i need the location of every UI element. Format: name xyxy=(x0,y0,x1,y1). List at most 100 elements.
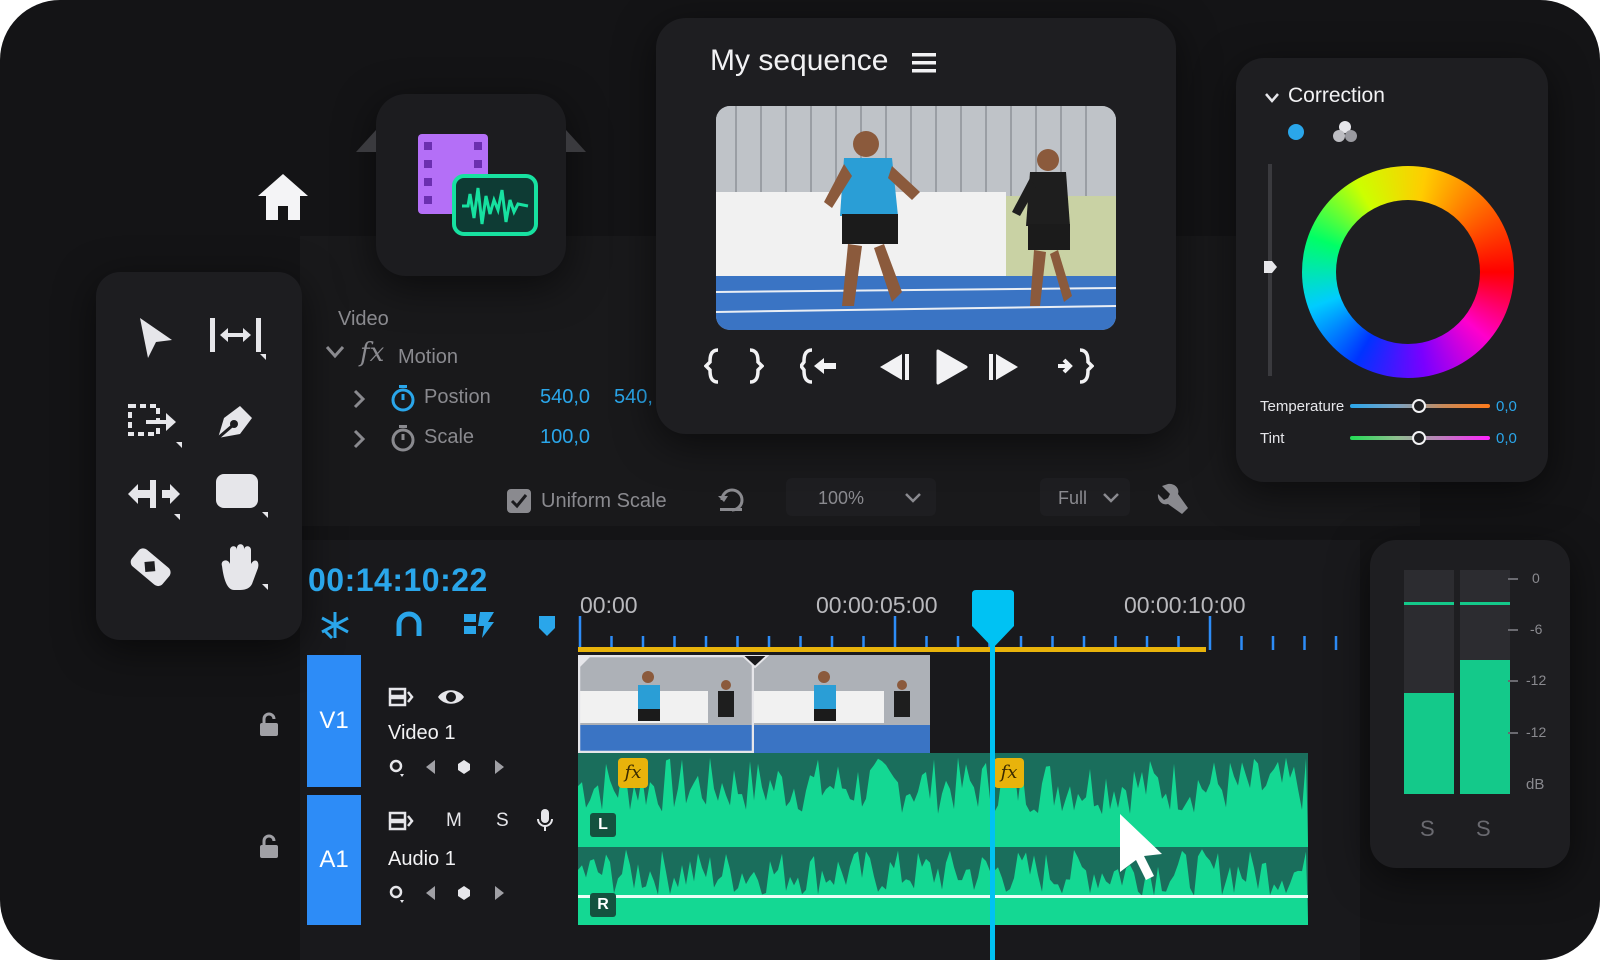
audio-clip[interactable]: L R xyxy=(578,753,1308,925)
meter-scale-tick xyxy=(1508,578,1518,580)
position-y-value[interactable]: 540, xyxy=(614,386,653,409)
chevron-down-icon xyxy=(905,493,921,503)
play-icon[interactable] xyxy=(934,348,970,386)
card-tab-right xyxy=(566,130,586,152)
ruler-label: 00:00 xyxy=(580,592,638,618)
ripple-edit-tool-icon[interactable] xyxy=(206,314,268,364)
three-wheels-icon[interactable] xyxy=(1332,120,1358,144)
chevron-down-icon[interactable] xyxy=(324,344,346,360)
lock-icon[interactable] xyxy=(258,834,280,860)
meter-scale-label: 0 xyxy=(1532,570,1540,586)
next-keyframe-icon[interactable] xyxy=(492,758,506,776)
work-area-bar[interactable] xyxy=(578,647,1206,652)
toggle-sync-icon[interactable] xyxy=(388,686,414,708)
video-clip[interactable] xyxy=(578,655,936,753)
video-frame xyxy=(716,106,1116,330)
temperature-value: 0,0 xyxy=(1496,398,1517,415)
checkbox-checked-icon[interactable] xyxy=(506,488,532,514)
tint-label: Tint xyxy=(1260,430,1285,447)
pen-tool-icon[interactable] xyxy=(210,396,260,446)
meter-solo-left[interactable]: S xyxy=(1420,816,1435,842)
volume-line[interactable] xyxy=(578,895,1308,898)
video-track-name: Video 1 xyxy=(388,722,456,744)
mark-out-icon[interactable] xyxy=(744,348,764,384)
clip-thumbnail xyxy=(578,655,754,753)
chevron-right-icon[interactable] xyxy=(352,388,366,410)
step-back-icon[interactable] xyxy=(878,352,912,382)
stopwatch-icon[interactable] xyxy=(390,424,416,452)
keyframe-icon[interactable] xyxy=(456,884,472,902)
correction-title: Correction xyxy=(1288,84,1385,107)
playhead-line[interactable] xyxy=(990,628,995,960)
go-to-in-icon[interactable] xyxy=(800,348,840,384)
next-keyframe-icon[interactable] xyxy=(492,884,506,902)
prev-keyframe-icon[interactable] xyxy=(424,758,438,776)
go-to-out-icon[interactable] xyxy=(1054,348,1094,384)
film-audio-icon[interactable] xyxy=(414,130,544,240)
toggle-sync-icon[interactable] xyxy=(388,810,414,832)
meter-left-level xyxy=(1404,693,1454,794)
selection-tool-icon[interactable] xyxy=(134,314,178,362)
meter-scale-label: dB xyxy=(1526,776,1545,793)
microphone-icon[interactable] xyxy=(536,808,554,832)
hand-tool-icon[interactable] xyxy=(212,540,272,596)
quality-value: Full xyxy=(1058,488,1088,508)
mouse-cursor-icon xyxy=(1120,814,1162,880)
zoom-value: 100% xyxy=(818,488,865,508)
scale-value[interactable]: 100,0 xyxy=(540,426,590,449)
eye-icon[interactable] xyxy=(436,686,466,708)
timecode[interactable]: 00:14:10:22 xyxy=(308,562,488,599)
track-target-a1[interactable]: A1 xyxy=(307,795,361,925)
mark-in-icon[interactable] xyxy=(704,348,724,384)
fx-badge[interactable]: fx xyxy=(618,758,648,788)
tint-handle[interactable] xyxy=(1412,431,1426,445)
audio-channel-divider xyxy=(578,847,1308,849)
lock-icon[interactable] xyxy=(258,712,280,738)
luminance-slider-handle[interactable] xyxy=(1262,260,1278,274)
meter-scale-label: -12 xyxy=(1526,672,1547,688)
linked-selection-icon[interactable] xyxy=(462,610,496,640)
meter-scale-tick xyxy=(1508,732,1518,734)
sequence-title: My sequence xyxy=(710,44,889,77)
color-wheel[interactable] xyxy=(1302,166,1514,378)
keyframe-add-icon[interactable] xyxy=(388,884,408,904)
rectangle-tool-icon[interactable] xyxy=(212,470,272,524)
position-x-value[interactable]: 540,0 xyxy=(540,386,590,409)
reset-icon[interactable] xyxy=(716,484,746,514)
tools-panel xyxy=(96,272,302,640)
stopwatch-icon[interactable] xyxy=(390,384,416,412)
add-marker-icon[interactable] xyxy=(536,614,558,638)
meter-solo-right[interactable]: S xyxy=(1476,816,1491,842)
keyframe-icon[interactable] xyxy=(456,758,472,776)
editor-app: Video fx Motion Postion 540,0 540, Scale… xyxy=(0,0,1600,960)
chevron-right-icon[interactable] xyxy=(352,428,366,450)
razor-tool-icon[interactable] xyxy=(122,540,178,596)
snap-icon[interactable] xyxy=(318,610,352,640)
zoom-dropdown[interactable]: 100% xyxy=(786,478,936,516)
quality-dropdown[interactable]: Full xyxy=(1040,478,1130,516)
scale-label: Scale xyxy=(424,426,475,448)
prev-keyframe-icon[interactable] xyxy=(424,884,438,902)
step-forward-icon[interactable] xyxy=(986,352,1020,382)
temperature-label: Temperature xyxy=(1260,398,1345,415)
keyframe-add-icon[interactable] xyxy=(388,758,408,778)
meter-right-level xyxy=(1460,659,1510,794)
chevron-down-icon[interactable] xyxy=(1264,92,1280,104)
track-select-tool-icon[interactable] xyxy=(126,400,188,452)
hamburger-icon[interactable] xyxy=(912,52,936,74)
single-wheel-icon[interactable] xyxy=(1286,122,1306,142)
ruler-label: 00:00:10:00 xyxy=(1124,592,1246,618)
wrench-icon[interactable] xyxy=(1156,482,1190,516)
home-icon[interactable] xyxy=(256,170,310,224)
slip-tool-icon[interactable] xyxy=(124,472,188,524)
temperature-handle[interactable] xyxy=(1412,399,1426,413)
meter-right-peak xyxy=(1460,602,1510,605)
magnet-icon[interactable] xyxy=(394,610,424,640)
solo-button[interactable]: S xyxy=(496,810,509,832)
track-target-v1[interactable]: V1 xyxy=(307,655,361,787)
meter-left-peak xyxy=(1404,602,1454,605)
meter-scale-label: -6 xyxy=(1530,621,1543,637)
mute-button[interactable]: M xyxy=(446,810,462,832)
playhead-handle[interactable] xyxy=(966,590,1020,652)
fx-badge[interactable]: fx xyxy=(994,758,1024,788)
